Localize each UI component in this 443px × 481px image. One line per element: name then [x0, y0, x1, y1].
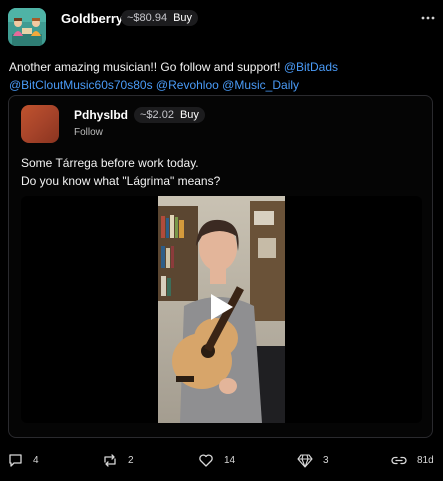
avatar[interactable]	[21, 105, 59, 143]
repost-button[interactable]: 2	[102, 449, 134, 471]
link-icon	[391, 456, 407, 464]
diamond-button[interactable]: 3	[297, 449, 329, 471]
like-button[interactable]: 14	[198, 449, 235, 471]
username[interactable]: Pdhyslbd	[74, 108, 128, 122]
post-text: Another amazing musician!! Go follow and…	[9, 60, 284, 74]
mention-link[interactable]: @BitDads	[284, 60, 338, 74]
follow-button[interactable]: Follow	[74, 127, 103, 138]
buy-button[interactable]: Buy	[180, 107, 199, 123]
coin-price-badge[interactable]: ~$80.94 Buy	[121, 10, 199, 26]
coin-price: ~$2.02	[140, 109, 174, 121]
comment-count: 4	[33, 454, 39, 466]
avatar[interactable]	[8, 8, 46, 46]
post-actions-bar: 4 2 14 3 81d	[0, 449, 443, 471]
mention-link[interactable]: @Music_Daily	[222, 78, 299, 92]
heart-icon	[199, 453, 213, 467]
comment-button[interactable]: 4	[8, 449, 39, 471]
quoted-text-line: Do you know what "Lágrima" means?	[21, 174, 221, 188]
buy-button[interactable]: Buy	[173, 10, 192, 26]
comment-icon	[9, 453, 22, 467]
coin-price-badge[interactable]: ~$2.02 Buy	[134, 107, 205, 123]
quoted-post[interactable]: Pdhyslbd ~$2.02 Buy Follow Some Tárrega …	[8, 95, 433, 438]
post-age: 81d	[417, 454, 434, 466]
quoted-post-body: Some Tárrega before work today. Do you k…	[21, 154, 421, 190]
more-options-button[interactable]	[421, 9, 435, 23]
mention-link[interactable]: @BitCloutMusic60s70s80s	[9, 78, 153, 92]
like-count: 14	[224, 454, 236, 466]
quoted-text-line: Some Tárrega before work today.	[21, 156, 199, 170]
post-body: Another amazing musician!! Go follow and…	[9, 58, 434, 94]
post-card: Goldberry ~$80.94 Buy Another amazing mu…	[0, 0, 443, 481]
ellipsis-icon	[421, 16, 435, 20]
mention-link[interactable]: @Revohloo	[156, 78, 219, 92]
repost-icon	[104, 453, 116, 467]
coin-price: ~$80.94	[127, 12, 168, 24]
copy-link-button[interactable]: 81d	[391, 449, 434, 471]
avatar-illustration	[8, 8, 46, 46]
diamond-count: 3	[323, 454, 329, 466]
play-button[interactable]	[206, 292, 236, 322]
username[interactable]: Goldberry	[61, 11, 123, 26]
play-icon	[211, 294, 233, 320]
diamond-icon	[297, 453, 313, 468]
repost-count: 2	[128, 454, 134, 466]
video-player[interactable]	[21, 196, 422, 423]
